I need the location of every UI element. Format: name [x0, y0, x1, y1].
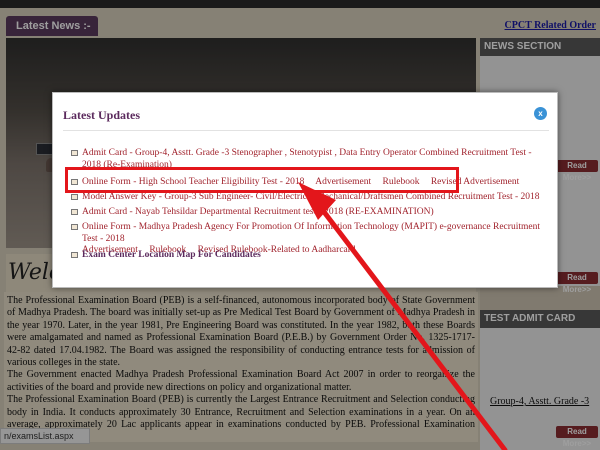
document-icon — [71, 209, 78, 215]
highlight-annotation-box — [65, 167, 459, 193]
update-item-model-answer-key[interactable]: Model Answer Key - Group-3 Sub Engineer-… — [71, 192, 551, 204]
document-icon — [71, 252, 78, 258]
modal-divider — [63, 130, 549, 131]
update-item-nayab-tehsildar[interactable]: Admit Card - Nayab Tehsildar Departmenta… — [71, 207, 551, 219]
document-icon — [71, 224, 78, 230]
update-link[interactable]: Exam Center Location Map For Candidates — [82, 250, 261, 260]
close-icon[interactable]: x — [534, 107, 547, 120]
update-link[interactable]: Online Form - Madhya Pradesh Agency For … — [82, 222, 540, 244]
document-icon — [71, 150, 78, 156]
document-icon — [71, 194, 78, 200]
update-link[interactable]: Admit Card - Nayab Tehsildar Departmenta… — [82, 207, 434, 217]
update-link[interactable]: Model Answer Key - Group-3 Sub Engineer-… — [82, 192, 540, 202]
modal-title: Latest Updates — [63, 108, 140, 122]
update-item-exam-center-map[interactable]: Exam Center Location Map For Candidates — [71, 250, 551, 262]
